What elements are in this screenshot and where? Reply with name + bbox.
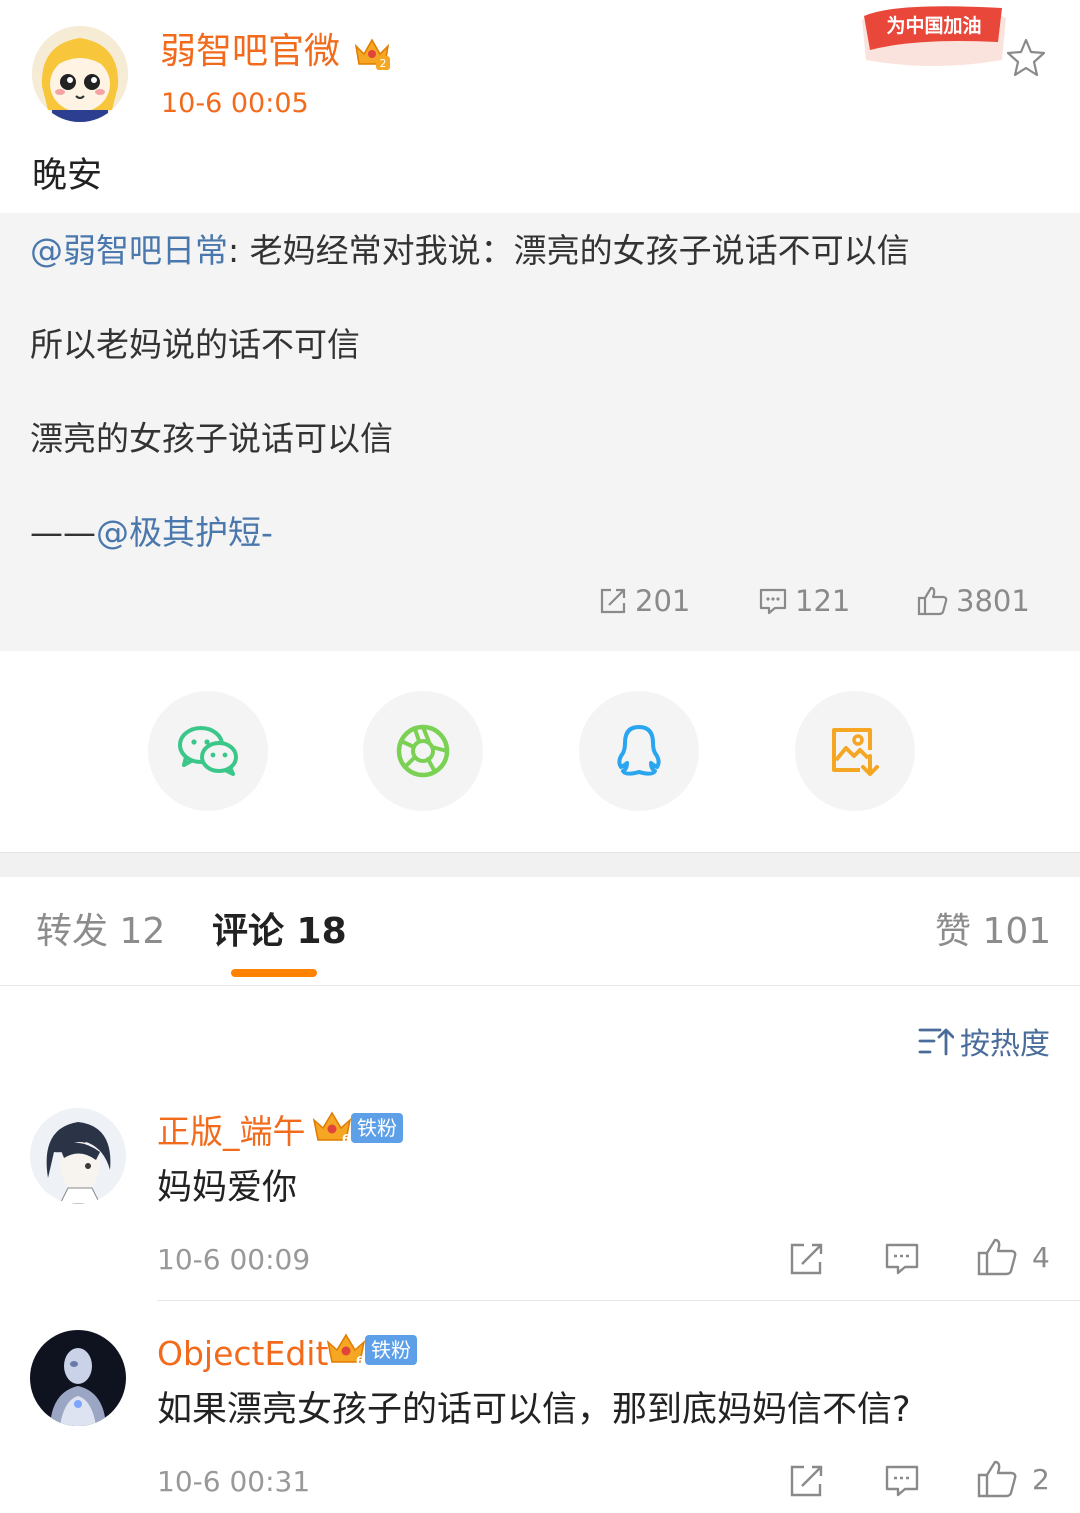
active-tab-indicator bbox=[231, 969, 317, 977]
repost-icon bbox=[790, 1243, 823, 1275]
crown-level-icon: 6 bbox=[312, 1111, 352, 1146]
repost-text: : 老妈经常对我说：漂亮的女孩子说话不可以信 bbox=[228, 231, 910, 270]
credit-dash: —— bbox=[30, 513, 96, 552]
comment-divider bbox=[157, 1300, 1080, 1301]
comment-repost-button[interactable] bbox=[788, 1240, 826, 1278]
tab-likes[interactable]: 赞 101 bbox=[935, 908, 1051, 956]
promo-badge-label: 为中国加油 bbox=[886, 14, 981, 37]
comment-reply-button[interactable] bbox=[883, 1240, 921, 1278]
sort-icon bbox=[918, 1028, 954, 1056]
comment-time: 10-6 00:09 bbox=[157, 1243, 311, 1276]
like-count-button[interactable]: 3801 bbox=[916, 581, 1030, 621]
post-text: 晚安 bbox=[32, 156, 103, 196]
comment-icon bbox=[885, 1465, 919, 1497]
comment-username[interactable]: 正版_端午 bbox=[157, 1110, 306, 1154]
repost-line-2: 所以老妈说的话不可信 bbox=[30, 325, 360, 364]
star-icon[interactable] bbox=[1004, 36, 1048, 80]
comment-icon bbox=[759, 588, 787, 615]
save-image-button[interactable] bbox=[795, 691, 915, 811]
author-name[interactable]: 弱智吧官微 bbox=[160, 28, 340, 76]
share-wechat-button[interactable] bbox=[148, 691, 268, 811]
save-image-icon bbox=[832, 728, 879, 776]
author-avatar[interactable] bbox=[32, 26, 128, 122]
sort-label: 按热度 bbox=[960, 1027, 1050, 1062]
comment-repost-button[interactable] bbox=[788, 1462, 826, 1500]
comment-like-count: 4 bbox=[1032, 1240, 1050, 1274]
promo-badge[interactable]: 为中国加油 bbox=[856, 2, 1012, 74]
comment-avatar[interactable] bbox=[30, 1108, 126, 1204]
wechat-icon bbox=[178, 726, 238, 776]
post-time: 10-6 00:05 bbox=[161, 88, 309, 119]
comment-icon bbox=[885, 1243, 919, 1275]
fan-tag: 铁粉 bbox=[365, 1335, 417, 1365]
share-qq-button[interactable] bbox=[579, 691, 699, 811]
tabs-divider bbox=[0, 985, 1080, 986]
thumbs-up-icon bbox=[977, 1238, 1017, 1276]
section-divider bbox=[0, 852, 1080, 877]
thumbs-up-icon bbox=[917, 586, 948, 616]
repost-line-1: @弱智吧日常: 老妈经常对我说：漂亮的女孩子说话不可以信 bbox=[30, 229, 910, 273]
repost-icon bbox=[790, 1465, 823, 1497]
fan-badge[interactable]: 6 铁粉 bbox=[325, 1332, 417, 1368]
comment-like-button[interactable]: 2 bbox=[976, 1458, 1050, 1500]
repost-icon bbox=[600, 588, 626, 614]
comment-text: 妈妈爱你 bbox=[157, 1168, 298, 1208]
reposted-content[interactable]: @弱智吧日常: 老妈经常对我说：漂亮的女孩子说话不可以信 所以老妈说的话不可信 … bbox=[0, 213, 1080, 651]
crown-level-icon: 6 bbox=[326, 1333, 366, 1368]
credit-mention-link[interactable]: @极其护短- bbox=[96, 513, 273, 552]
repost-line-3: 漂亮的女孩子说话可以信 bbox=[30, 419, 393, 458]
comment-text: 如果漂亮女孩子的话可以信，那到底妈妈信不信? bbox=[157, 1390, 911, 1430]
comment-time: 10-6 00:31 bbox=[157, 1465, 311, 1498]
repost-count: 201 bbox=[635, 584, 691, 618]
comment-avatar[interactable] bbox=[30, 1330, 126, 1426]
qq-icon bbox=[617, 725, 661, 776]
tab-reposts[interactable]: 转发 12 bbox=[36, 908, 165, 956]
comment-like-count: 2 bbox=[1032, 1462, 1050, 1496]
comment-like-button[interactable]: 4 bbox=[976, 1236, 1050, 1278]
svg-text:2: 2 bbox=[380, 57, 387, 70]
moments-icon bbox=[396, 724, 450, 778]
mention-link[interactable]: @弱智吧日常 bbox=[30, 231, 228, 270]
sort-by-hot-button[interactable]: 按热度 bbox=[918, 1020, 1050, 1062]
svg-text:6: 6 bbox=[342, 1132, 350, 1146]
comment-count: 121 bbox=[795, 584, 851, 618]
share-moments-button[interactable] bbox=[363, 691, 483, 811]
comment-count-button[interactable]: 121 bbox=[757, 581, 850, 621]
crown-badge-icon[interactable]: 2 bbox=[352, 36, 392, 72]
repost-count-button[interactable]: 201 bbox=[597, 581, 690, 621]
svg-text:6: 6 bbox=[356, 1354, 364, 1368]
thumbs-up-icon bbox=[977, 1460, 1017, 1498]
tab-comments[interactable]: 评论 18 bbox=[212, 908, 347, 956]
like-count: 3801 bbox=[956, 584, 1030, 618]
fan-tag: 铁粉 bbox=[351, 1113, 403, 1143]
fan-badge[interactable]: 6 铁粉 bbox=[311, 1110, 403, 1146]
repost-credit: ——@极其护短- bbox=[30, 511, 273, 555]
comment-username[interactable]: ObjectEdit bbox=[157, 1332, 328, 1376]
comment-reply-button[interactable] bbox=[883, 1462, 921, 1500]
